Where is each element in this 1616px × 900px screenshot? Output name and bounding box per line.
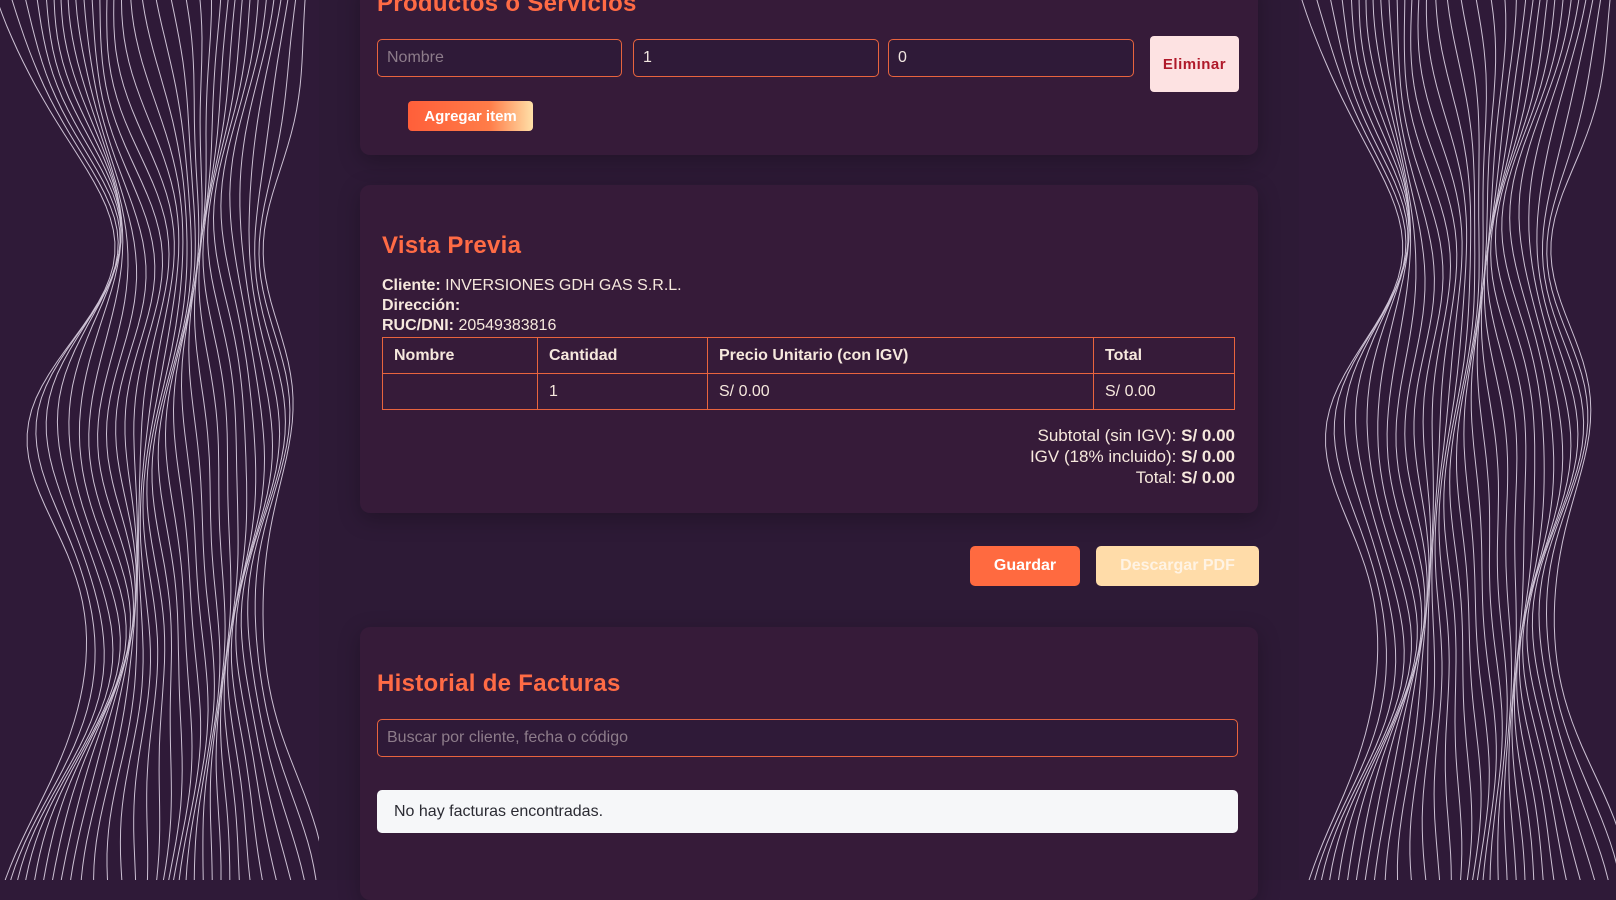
main-page: Productos o Servicios Eliminar Agregar i… [319,0,1299,880]
cell-quantity: 1 [538,374,708,410]
address-line: Dirección: [382,296,460,316]
products-card: Productos o Servicios Eliminar Agregar i… [360,0,1258,155]
preview-items-table: Nombre Cantidad Precio Unitario (con IGV… [382,337,1235,410]
item-price-input[interactable] [888,39,1134,77]
table-row: 1 S/ 0.00 S/ 0.00 [383,374,1235,410]
cell-total: S/ 0.00 [1094,374,1235,410]
subtotal-line: Subtotal (sin IGV): S/ 0.00 [1030,425,1235,446]
ruc-value: 20549383816 [458,317,556,334]
table-header-row: Nombre Cantidad Precio Unitario (con IGV… [383,338,1235,374]
totals-summary: Subtotal (sin IGV): S/ 0.00 IGV (18% inc… [1030,425,1235,488]
client-line: Cliente: INVERSIONES GDH GAS S.R.L. [382,276,682,296]
add-item-button[interactable]: Agregar item [408,101,533,131]
col-header-quantity: Cantidad [538,338,708,374]
products-title: Productos o Servicios [377,0,637,18]
history-card: Historial de Facturas No hay facturas en… [360,627,1258,900]
ruc-line: RUC/DNI: 20549383816 [382,316,556,336]
empty-history-message: No hay facturas encontradas. [377,790,1238,833]
total-label: Total: [1136,468,1177,487]
client-value: INVERSIONES GDH GAS S.R.L. [445,277,682,294]
ruc-label: RUC/DNI: [382,317,454,334]
igv-label: IGV (18% incluido): [1030,447,1176,466]
total-line: Total: S/ 0.00 [1030,467,1235,488]
col-header-unit-price: Precio Unitario (con IGV) [708,338,1094,374]
cell-name [383,374,538,410]
history-title: Historial de Facturas [377,670,621,698]
save-button[interactable]: Guardar [970,546,1080,586]
igv-value: S/ 0.00 [1181,447,1235,466]
download-pdf-button[interactable]: Descargar PDF [1096,546,1259,586]
delete-item-button[interactable]: Eliminar [1150,36,1239,92]
col-header-total: Total [1094,338,1235,374]
item-quantity-input[interactable] [633,39,879,77]
subtotal-value: S/ 0.00 [1181,426,1235,445]
client-label: Cliente: [382,277,441,294]
preview-title: Vista Previa [382,232,521,260]
subtotal-label: Subtotal (sin IGV): [1038,426,1177,445]
igv-line: IGV (18% incluido): S/ 0.00 [1030,446,1235,467]
cell-unit-price: S/ 0.00 [708,374,1094,410]
address-label: Dirección: [382,297,460,314]
history-search-input[interactable] [377,719,1238,757]
total-value: S/ 0.00 [1181,468,1235,487]
col-header-name: Nombre [383,338,538,374]
preview-card: Vista Previa Cliente: INVERSIONES GDH GA… [360,185,1258,513]
item-name-input[interactable] [377,39,622,77]
